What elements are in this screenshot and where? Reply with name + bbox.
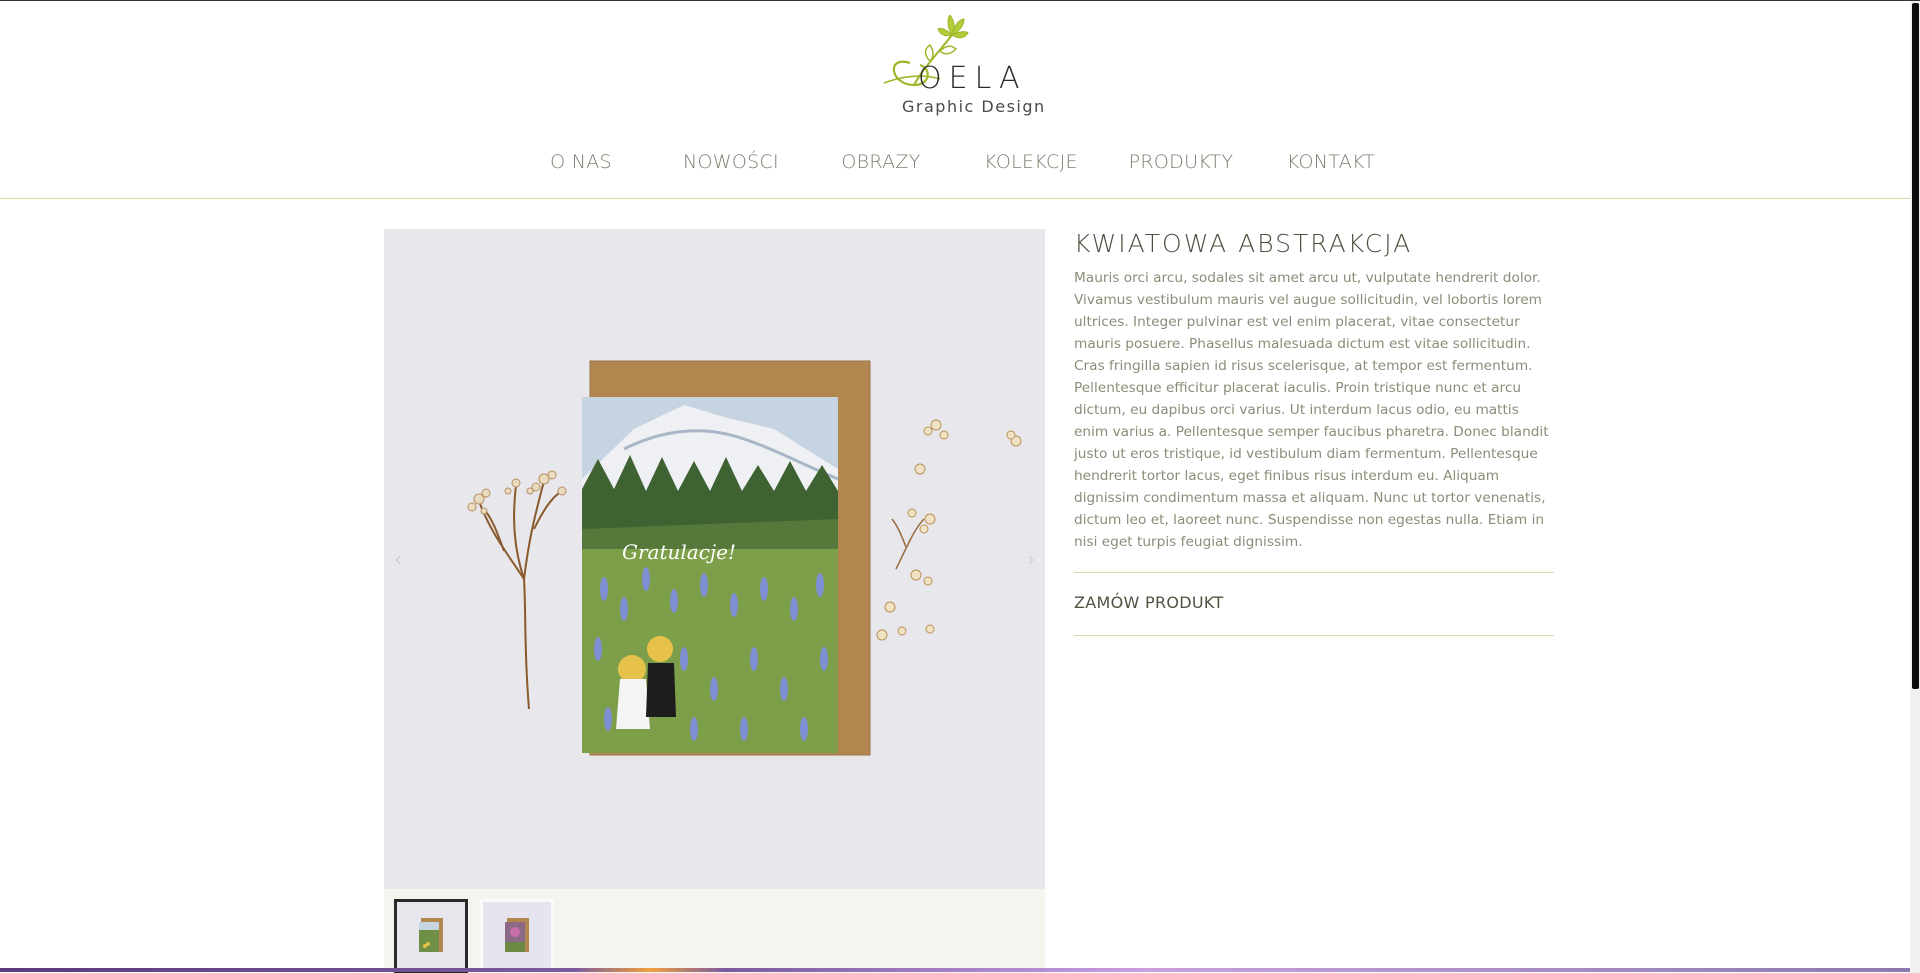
card-text: Gratulacje! (622, 540, 736, 564)
order-divider-bottom (1074, 635, 1554, 636)
product-photo: Gratulacje! (384, 229, 1045, 889)
nav-item-kontakt[interactable]: KONTAKT (1251, 151, 1411, 173)
order-divider-top (1074, 572, 1554, 573)
brand-name: OELA (918, 61, 1027, 96)
chevron-left-icon[interactable]: ‹ (388, 547, 408, 571)
nav-item-nowosci[interactable]: NOWOŚCI (651, 151, 811, 173)
greeting-card: Gratulacje! (582, 397, 839, 753)
page-scrollbar[interactable] (1910, 1, 1920, 973)
thumb-mountain-card[interactable] (394, 899, 468, 973)
product-gallery: Gratulacje! ‹ › (384, 229, 1045, 973)
nav-item-o-nas[interactable]: O NAS (501, 151, 661, 173)
product-main-image[interactable]: Gratulacje! ‹ › (384, 229, 1045, 889)
header-divider (0, 198, 1920, 199)
brand-tagline: Graphic Design (902, 97, 1046, 116)
bottom-color-strip (0, 968, 1910, 972)
brand-logo[interactable]: OELA Graphic Design (880, 15, 1044, 123)
product-title: KWIATOWA ABSTRAKCJA (1074, 229, 1413, 258)
nav-item-produkty[interactable]: PRODUKTY (1101, 151, 1261, 173)
chevron-right-icon[interactable]: › (1021, 547, 1041, 571)
nav-item-kolekcje[interactable]: KOLEKCJE (951, 151, 1111, 173)
nav-item-obrazy[interactable]: OBRAZY (801, 151, 961, 173)
scrollbar-thumb[interactable] (1912, 3, 1919, 689)
thumb-flower-card[interactable] (480, 899, 554, 973)
main-navigation: O NAS NOWOŚCI OBRAZY KOLEKCJE PRODUKTY K… (0, 151, 1920, 183)
product-description: Mauris orci arcu, sodales sit amet arcu … (1074, 270, 1549, 550)
order-product-link[interactable]: ZAMÓW PRODUKT (1074, 593, 1224, 612)
